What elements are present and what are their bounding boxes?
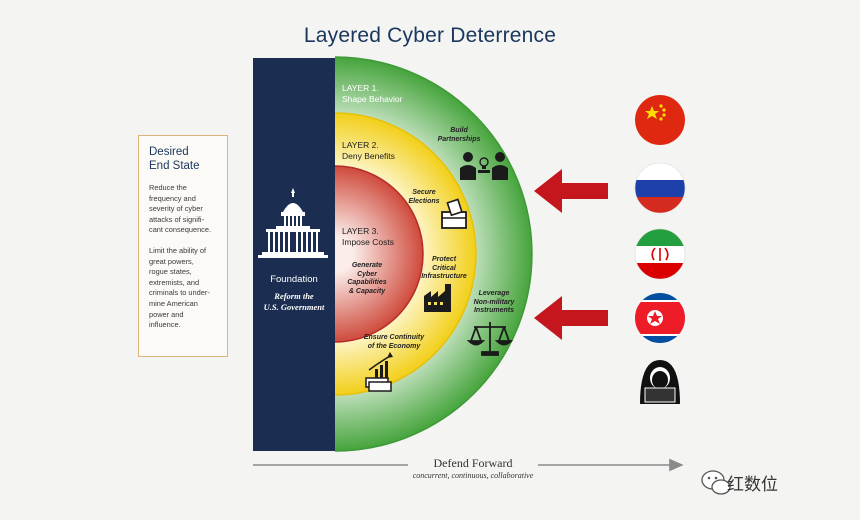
protect-infrastructure-line: Critical bbox=[432, 264, 456, 272]
layer3-number: LAYER 3. bbox=[342, 226, 379, 236]
wechat-logo bbox=[701, 470, 731, 495]
build-partnerships-label: Build Partnerships bbox=[426, 126, 492, 144]
layer2-name: Deny Benefits bbox=[342, 151, 395, 161]
defend-forward-subtitle: concurrent, continuous, collaborative bbox=[412, 471, 534, 480]
leverage-instruments-line: Non-military bbox=[473, 298, 515, 306]
layer1-number: LAYER 1. bbox=[342, 83, 379, 93]
hacker-icon bbox=[640, 360, 680, 404]
ensure-continuity-line: of the Economy bbox=[367, 342, 421, 350]
layer2-number: LAYER 2. bbox=[342, 140, 379, 150]
protect-infrastructure-line: Protect bbox=[431, 256, 457, 263]
generate-capabilities-line: Generate bbox=[351, 262, 383, 269]
defend-forward-label: Defend Forward bbox=[408, 456, 538, 471]
watermark-text: 红数位 bbox=[727, 475, 778, 495]
russia-flag-icon bbox=[635, 163, 685, 213]
foundation-label: Foundation bbox=[270, 274, 318, 285]
protect-infrastructure-label: Protect Critical Infrastructure bbox=[414, 256, 474, 282]
layer1-name: Shape Behavior bbox=[342, 94, 403, 104]
build-partnerships-line: Partnerships bbox=[437, 136, 481, 143]
layer1-label: LAYER 1. Shape Behavior bbox=[342, 83, 403, 105]
foundation-subtitle-line2: U.S. Government bbox=[263, 302, 325, 312]
foundation-subtitle-line1: Reform the bbox=[274, 291, 314, 301]
build-partnerships-line: Build bbox=[450, 127, 468, 134]
generate-capabilities-line: Cyber bbox=[357, 270, 377, 278]
generate-capabilities-line: & Capacity bbox=[348, 287, 386, 295]
foundation-panel bbox=[253, 58, 335, 451]
north-korea-flag-icon bbox=[635, 293, 685, 343]
threat-arrow-lower bbox=[534, 296, 608, 340]
ensure-continuity-line: Ensure Continuity bbox=[363, 334, 425, 341]
generate-capabilities-line: Capabilities bbox=[347, 279, 387, 286]
generate-capabilities-label: Generate Cyber Capabilities & Capacity bbox=[336, 262, 398, 296]
layer3-label: LAYER 3. Impose Costs bbox=[342, 226, 394, 248]
china-flag-icon bbox=[635, 95, 685, 145]
leverage-instruments-line: Leverage bbox=[478, 290, 510, 297]
layer2-label: LAYER 2. Deny Benefits bbox=[342, 140, 395, 162]
ensure-continuity-label: Ensure Continuity of the Economy bbox=[356, 334, 432, 351]
protect-infrastructure-line: Infrastructure bbox=[421, 273, 467, 280]
layer3-name: Impose Costs bbox=[342, 237, 394, 247]
leverage-instruments-label: Leverage Non-military Instruments bbox=[464, 290, 524, 316]
threat-arrow-upper bbox=[534, 169, 608, 213]
secure-elections-label: Secure Elections bbox=[402, 188, 446, 206]
diagram-stage: Layered Cyber Deterrence Desired End Sta… bbox=[0, 0, 860, 520]
iran-flag-icon bbox=[635, 229, 685, 279]
secure-elections-line: Secure bbox=[412, 189, 436, 196]
secure-elections-line: Elections bbox=[408, 198, 440, 205]
leverage-instruments-line: Instruments bbox=[473, 307, 515, 314]
